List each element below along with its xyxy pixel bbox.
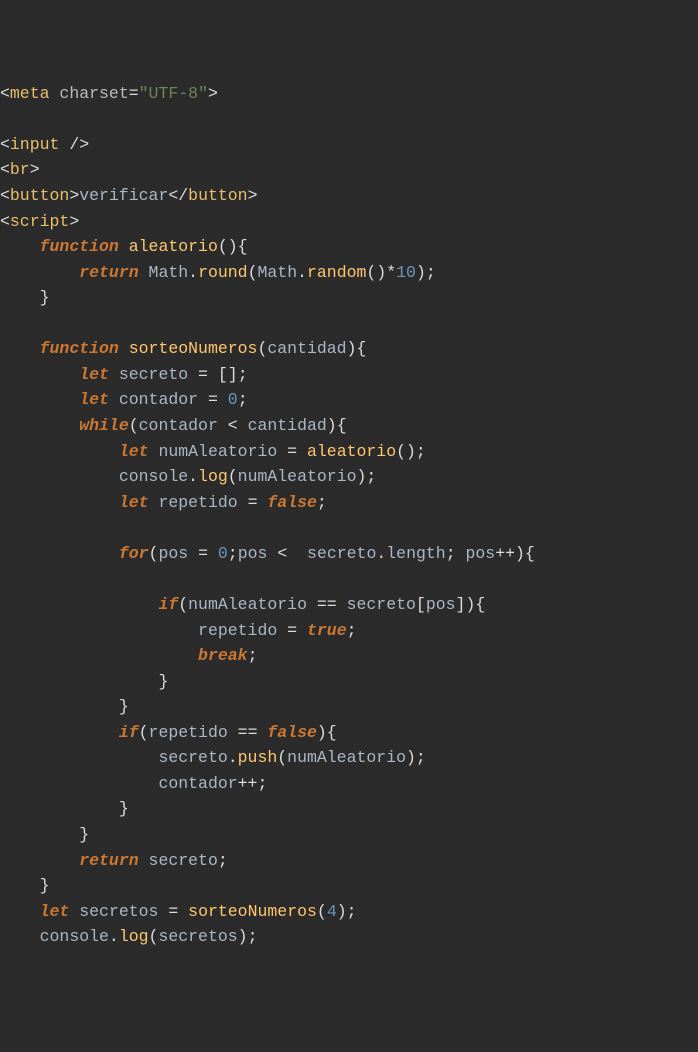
code-line: let secreto = []; — [0, 365, 248, 384]
code-line: <input /> — [0, 135, 89, 154]
code-line: contador++; — [0, 774, 267, 793]
code-editor[interactable]: <meta charset="UTF-8"> <input /> <br> <b… — [0, 77, 698, 950]
code-line: if(repetido == false){ — [0, 723, 337, 742]
code-line: <button>verificar</button> — [0, 186, 258, 205]
code-line: let numAleatorio = aleatorio(); — [0, 442, 426, 461]
code-line: } — [0, 825, 89, 844]
code-line: <meta charset="UTF-8"> — [0, 84, 218, 103]
code-line: console.log(numAleatorio); — [0, 467, 376, 486]
code-line: } — [0, 697, 129, 716]
code-line: function sorteoNumeros(cantidad){ — [0, 339, 366, 358]
code-line: function aleatorio(){ — [0, 237, 248, 256]
code-line: let contador = 0; — [0, 390, 248, 409]
code-line: } — [0, 876, 50, 895]
code-line: console.log(secretos); — [0, 927, 257, 946]
code-line: if(numAleatorio == secreto[pos]){ — [0, 595, 485, 614]
code-line: break; — [0, 646, 257, 665]
code-line: } — [0, 288, 50, 307]
code-line: return secreto; — [0, 851, 228, 870]
code-line: let repetido = false; — [0, 493, 327, 512]
code-line: let secretos = sorteoNumeros(4); — [0, 902, 357, 921]
code-line: } — [0, 799, 129, 818]
code-line: secreto.push(numAleatorio); — [0, 748, 426, 767]
code-line: for(pos = 0;pos < secreto.length; pos++)… — [0, 544, 535, 563]
code-line: <br> — [0, 160, 40, 179]
code-line: <script> — [0, 212, 79, 231]
code-line: return Math.round(Math.random()*10); — [0, 263, 436, 282]
code-line: } — [0, 672, 168, 691]
code-line: while(contador < cantidad){ — [0, 416, 347, 435]
code-line: repetido = true; — [0, 621, 357, 640]
